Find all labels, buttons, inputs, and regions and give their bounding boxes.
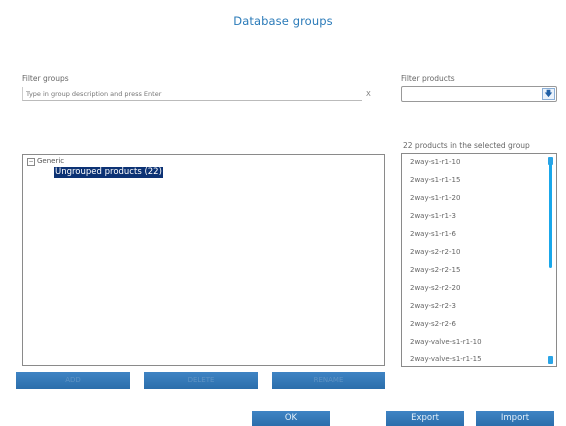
list-item[interactable]: 2way-valve-s1-r1-15 xyxy=(410,355,482,363)
rename-button[interactable]: RENAME xyxy=(272,372,385,389)
delete-button[interactable]: DELETE xyxy=(144,372,258,389)
filter-products-select[interactable]: 🡇 xyxy=(401,86,557,102)
list-item[interactable]: 2way-valve-s1-r1-10 xyxy=(410,338,482,346)
list-item[interactable]: 2way-s2-r2-10 xyxy=(410,248,460,256)
ok-button[interactable]: OK xyxy=(252,411,330,426)
list-item[interactable]: 2way-s2-r2-6 xyxy=(410,320,456,328)
filter-groups-label: Filter groups xyxy=(22,74,69,83)
products-count: 22 products in the selected group xyxy=(403,141,530,150)
products-list[interactable]: 2way-s1-r1-10 2way-s1-r1-15 2way-s1-r1-2… xyxy=(401,153,557,367)
list-item[interactable]: 2way-s2-r2-20 xyxy=(410,284,460,292)
groups-tree[interactable]: − Generic Ungrouped products (22) xyxy=(22,154,385,366)
page-title: Database groups xyxy=(233,14,333,28)
clear-filter-button[interactable]: X xyxy=(366,90,371,98)
list-item[interactable]: 2way-s1-r1-3 xyxy=(410,212,456,220)
list-item[interactable]: 2way-s1-r1-20 xyxy=(410,194,460,202)
filter-products-label: Filter products xyxy=(401,74,455,83)
import-button[interactable]: Import xyxy=(476,411,554,426)
list-item[interactable]: 2way-s1-r1-10 xyxy=(410,158,460,166)
list-item[interactable]: 2way-s2-r2-3 xyxy=(410,302,456,310)
filter-groups-input[interactable] xyxy=(22,87,362,101)
tree-node-generic[interactable]: Generic xyxy=(37,157,64,165)
scrollbar-bottom-cap[interactable] xyxy=(548,356,553,364)
list-item[interactable]: 2way-s1-r1-15 xyxy=(410,176,460,184)
scrollbar-thumb[interactable] xyxy=(549,164,552,268)
export-button[interactable]: Export xyxy=(386,411,464,426)
arrow-down-icon[interactable]: 🡇 xyxy=(542,88,555,100)
add-button[interactable]: ADD xyxy=(16,372,130,389)
collapse-icon[interactable]: − xyxy=(27,158,35,166)
list-item[interactable]: 2way-s2-r2-15 xyxy=(410,266,460,274)
list-item[interactable]: 2way-s1-r1-6 xyxy=(410,230,456,238)
tree-node-ungrouped-products[interactable]: Ungrouped products (22) xyxy=(54,167,163,178)
